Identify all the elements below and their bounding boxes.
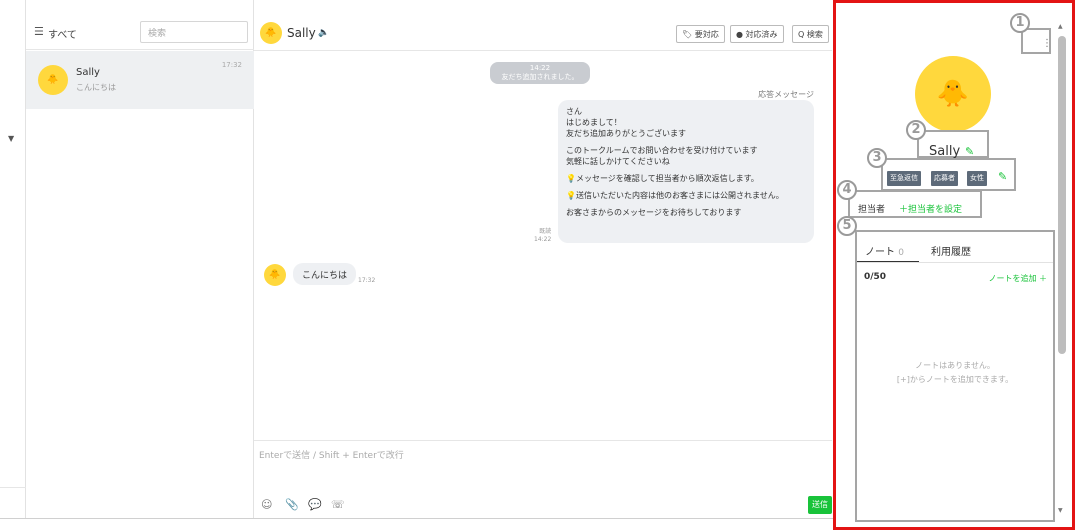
scroll-down-icon[interactable]: ▼ bbox=[1058, 507, 1063, 514]
speaker-icon[interactable]: 🔈 bbox=[318, 28, 329, 38]
filter-dropdown[interactable]: すべて bbox=[48, 26, 77, 41]
chick-icon: 🐥 bbox=[936, 79, 970, 109]
emoji-icon[interactable]: ☺ bbox=[261, 498, 272, 511]
chat-title: Sally bbox=[287, 26, 316, 40]
avatar: 🐥 bbox=[38, 65, 68, 95]
chat-name: Sally bbox=[76, 67, 100, 78]
auto-reply-line: 💡メッセージを確認して担当者から順次返信します。 bbox=[566, 174, 759, 183]
message-input[interactable]: Enterで送信 / Shift + Enterで改行 bbox=[259, 448, 404, 461]
search-input[interactable]: 検索 bbox=[140, 21, 248, 43]
needs-action-label: 要対応 bbox=[694, 30, 719, 39]
tab-history[interactable]: 利用履歴 bbox=[931, 243, 971, 258]
menu-icon[interactable]: ☰ bbox=[34, 25, 44, 38]
chat-list-header: ☰ すべて 検索 bbox=[26, 16, 254, 50]
left-nav-strip: ▼ bbox=[0, 0, 26, 518]
chat-preview: こんにちは bbox=[76, 83, 116, 92]
chat-time: 17:32 bbox=[221, 61, 242, 69]
chat-bubble-icon[interactable]: 💬 bbox=[308, 498, 322, 511]
incoming-message: こんにちは bbox=[293, 263, 357, 285]
auto-reply-label: 応答メッセージ bbox=[758, 90, 814, 99]
incoming-time: 17:32 bbox=[358, 277, 376, 284]
scroll-up-icon[interactable]: ▲ bbox=[1058, 23, 1063, 30]
system-time: 14:22 bbox=[529, 64, 551, 72]
callout-number-4: 4 bbox=[837, 180, 857, 200]
tag-applicant[interactable]: 応募者 bbox=[931, 171, 958, 186]
auto-reply-bubble: さん はじめまして！ 友だち追加ありがとうございます このトークルームでお問い合… bbox=[558, 100, 814, 243]
auto-reply-line: 気軽に話しかけてくださいね bbox=[566, 157, 670, 166]
chick-icon: 🐥 bbox=[269, 270, 281, 280]
auto-reply-line: このトークルームでお問い合わせを受け付けています bbox=[566, 146, 758, 155]
search-button[interactable]: Q 検索 bbox=[792, 25, 829, 43]
callout-number-1: 1 bbox=[1010, 13, 1030, 33]
system-text: 友だち追加されました。 bbox=[501, 73, 579, 81]
avatar: 🐥 bbox=[260, 22, 282, 44]
set-assignee-link[interactable]: ＋担当者を設定 bbox=[899, 202, 962, 215]
profile-avatar: 🐥 bbox=[915, 56, 991, 132]
empty-notes-message: ノートはありません。 bbox=[915, 361, 995, 370]
divider bbox=[857, 262, 1053, 263]
done-button[interactable]: ● 対応済み bbox=[730, 25, 784, 43]
tab-notes[interactable]: ノート 0 bbox=[865, 243, 904, 258]
app-root: ▼ ☰ すべて 検索 🐥 Sally こんにちは 17:32 🐥 Sally 🔈… bbox=[0, 0, 1076, 530]
scrollbar[interactable]: ▲ ▼ bbox=[1055, 23, 1069, 521]
send-button[interactable]: 送信 bbox=[808, 496, 832, 514]
chat-list-pane: ☰ すべて 検索 🐥 Sally こんにちは 17:32 bbox=[26, 0, 254, 518]
pencil-icon[interactable]: ✎ bbox=[998, 170, 1007, 183]
read-label: 既読 bbox=[539, 228, 552, 235]
callout-number-2: 2 bbox=[906, 120, 926, 140]
chat-main-pane: 🐥 Sally 🔈 🏷 要対応 ● 対応済み Q 検索 14:22 友だち追加さ… bbox=[254, 0, 832, 518]
list-item[interactable]: 🐥 Sally こんにちは 17:32 bbox=[26, 51, 254, 109]
profile-panel: 1 ⋮ 🐥 2 Sally ✎ 3 至急返信 応募者 女性 ✎ 4 担当者 ＋担… bbox=[833, 0, 1075, 530]
chick-icon: 🐥 bbox=[265, 28, 277, 38]
auto-reply-line: さん bbox=[566, 107, 582, 116]
profile-name: Sally bbox=[929, 144, 961, 159]
callout-number-3: 3 bbox=[867, 148, 887, 168]
read-status: 既読 14:22 bbox=[534, 228, 551, 244]
callout-number-5: 5 bbox=[837, 216, 857, 236]
scrollbar-thumb[interactable] bbox=[1058, 36, 1066, 354]
notes-section: ノート 0 利用履歴 0/50 ノートを追加 ＋ ノートはありません。 [+]か… bbox=[855, 230, 1055, 522]
add-note-button[interactable]: ノートを追加 ＋ bbox=[988, 273, 1047, 284]
chat-header: 🐥 Sally 🔈 🏷 要対応 ● 対応済み Q 検索 bbox=[254, 16, 832, 51]
message-composer[interactable]: Enterで送信 / Shift + Enterで改行 ☺ 📎 💬 ☏ 送信 bbox=[254, 440, 832, 518]
tag-female[interactable]: 女性 bbox=[967, 171, 987, 186]
paperclip-icon[interactable]: 📎 bbox=[285, 498, 299, 511]
auto-reply-line: お客さまからのメッセージをお待ちしております bbox=[566, 208, 742, 217]
assignee-label: 担当者 bbox=[858, 205, 886, 215]
tab-notes-count: 0 bbox=[898, 248, 904, 258]
divider bbox=[0, 518, 833, 519]
note-counter: 0/50 bbox=[864, 272, 887, 282]
expand-caret-icon[interactable]: ▼ bbox=[8, 134, 14, 143]
more-vertical-icon[interactable]: ⋮ bbox=[1042, 38, 1052, 49]
chick-icon: 🐥 bbox=[47, 75, 59, 85]
tab-notes-label: ノート bbox=[865, 247, 895, 258]
empty-notes-hint: [+]からノートを追加できます。 bbox=[896, 375, 1014, 384]
auto-reply-line: 友だち追加ありがとうございます bbox=[566, 129, 686, 138]
needs-action-button[interactable]: 🏷 要対応 bbox=[676, 25, 725, 43]
avatar: 🐥 bbox=[264, 264, 286, 286]
pencil-icon[interactable]: ✎ bbox=[965, 145, 974, 158]
done-label: 対応済み bbox=[745, 30, 778, 39]
auto-reply-line: はじめまして！ bbox=[566, 118, 622, 127]
tag-urgent[interactable]: 至急返信 bbox=[887, 171, 921, 186]
system-message: 14:22 友だち追加されました。 bbox=[490, 62, 590, 84]
divider bbox=[0, 487, 26, 488]
read-time: 14:22 bbox=[534, 236, 552, 243]
auto-reply-line: 💡送信いただいた内容は他のお客さまには公開されません。 bbox=[566, 191, 784, 200]
profile-panel-content: 1 ⋮ 🐥 2 Sally ✎ 3 至急返信 応募者 女性 ✎ 4 担当者 ＋担… bbox=[837, 10, 1055, 522]
phone-icon[interactable]: ☏ bbox=[331, 498, 345, 511]
